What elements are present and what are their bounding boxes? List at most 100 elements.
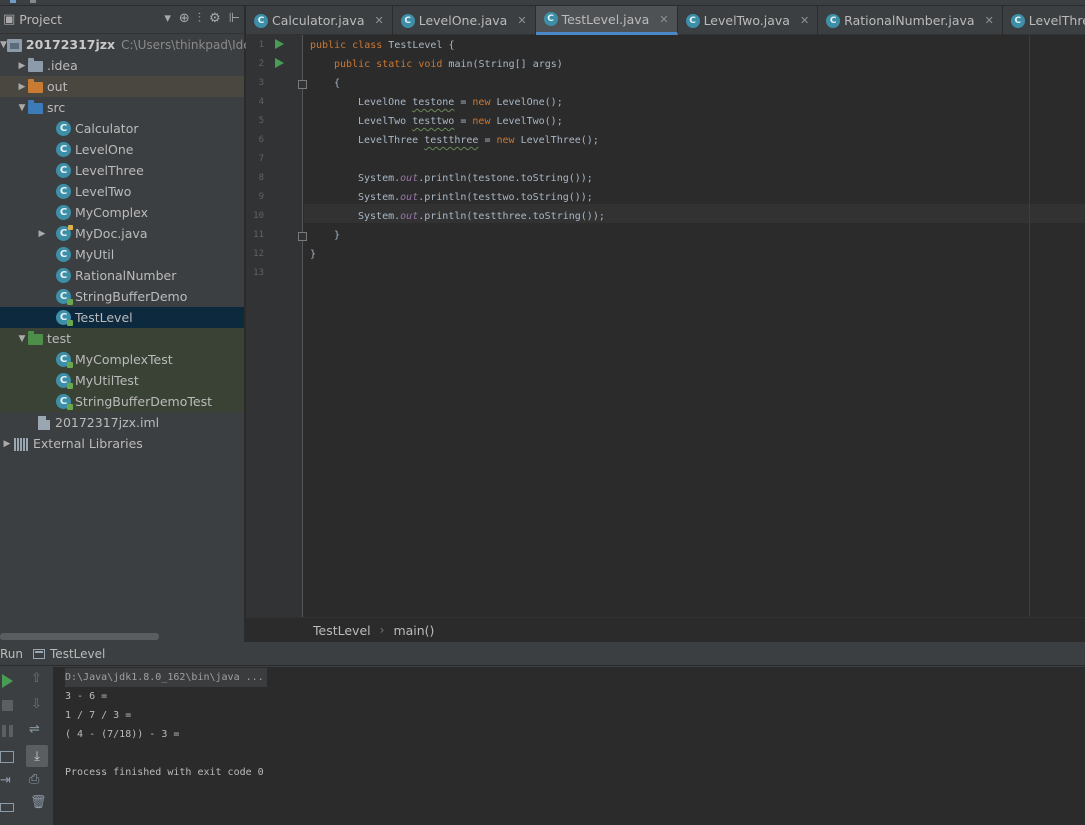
class-icon: C <box>1010 13 1025 28</box>
run-gutter-icon[interactable] <box>275 58 284 68</box>
editor-gutter[interactable]: 1 2 3 4 5 6 7 8 9 10 11 12 13 <box>246 35 307 617</box>
runnable-class-icon: C <box>56 288 72 305</box>
horizontal-scrollbar[interactable] <box>0 633 159 640</box>
expand-arrow-icon[interactable]: ▼ <box>16 334 28 344</box>
tree-item-external-libraries[interactable]: ▶ External Libraries <box>0 433 244 454</box>
tab-label: TestLevel.java <box>561 11 650 27</box>
tree-item-label: StringBufferDemoTest <box>75 394 212 409</box>
tree-item-test-class[interactable]: C MyComplexTest <box>0 349 244 370</box>
code-line-8: System.out.println(testone.toString()); <box>358 173 593 184</box>
class-icon: C <box>254 13 268 28</box>
tree-item-label: TestLevel <box>75 310 133 325</box>
tree-item-test-class[interactable]: C MyUtilTest <box>0 370 244 391</box>
tree-item-root[interactable]: ▼ 20172317jzx C:\Users\thinkpad\Idea <box>0 34 258 55</box>
source-folder-icon <box>28 99 44 116</box>
view-dropdown-chevron-icon[interactable]: ▾ <box>164 12 171 26</box>
console-line: Process finished with exit code 0 <box>65 767 264 778</box>
trash-icon[interactable]: 🗑 <box>30 795 47 810</box>
tree-item-class[interactable]: C MyUtil <box>0 244 244 265</box>
tree-item-class[interactable]: C StringBufferDemo <box>0 286 244 307</box>
tree-item-label: StringBufferDemo <box>75 289 188 304</box>
excluded-folder-icon <box>28 78 44 95</box>
menu-strip-mark <box>30 0 36 3</box>
layout-icon[interactable] <box>0 803 14 812</box>
tree-item-java-file[interactable]: ▶ C MyDoc.java <box>0 223 244 244</box>
expand-arrow-icon[interactable]: ▼ <box>16 103 28 113</box>
hide-panel-icon[interactable]: ⊩ <box>229 12 240 26</box>
dump-threads-icon[interactable] <box>0 751 14 763</box>
code-editor[interactable]: public class TestLevel { public static v… <box>304 35 1085 617</box>
close-icon[interactable]: ✕ <box>659 13 668 26</box>
tree-item-class[interactable]: C MyComplex <box>0 202 244 223</box>
tab-calculator[interactable]: C Calculator.java ✕ <box>246 6 393 35</box>
tree-item-class[interactable]: C RationalNumber <box>0 265 244 286</box>
scroll-to-end-icon[interactable]: ⤓ <box>26 745 48 767</box>
rerun-play-icon[interactable] <box>2 674 13 688</box>
arrow-down-icon[interactable]: ⇩ <box>31 697 42 712</box>
tab-label: LevelOne.java <box>418 13 508 28</box>
console-command-line[interactable]: D:\Java\jdk1.8.0_162\bin\java ... <box>65 668 267 687</box>
collapse-all-icon[interactable]: ⫶ <box>198 12 201 26</box>
code-line-3: { <box>334 78 341 89</box>
exit-icon[interactable]: ⇥ <box>0 773 11 788</box>
tree-item-idea[interactable]: ▶ .idea <box>0 55 244 76</box>
tree-item-test-class[interactable]: C StringBufferDemoTest <box>0 391 244 412</box>
project-module-icon <box>6 37 23 53</box>
right-margin-guide <box>1029 35 1030 617</box>
breadcrumb-class[interactable]: TestLevel <box>313 623 371 638</box>
soft-wrap-icon[interactable]: ⇌ <box>29 722 40 737</box>
class-icon: C <box>56 162 72 179</box>
tab-levelthree[interactable]: C LevelThree.java <box>1003 6 1085 35</box>
console-output[interactable]: D:\Java\jdk1.8.0_162\bin\java ... 3 - 6 … <box>53 667 1085 825</box>
ide-window: ▣ Project ▾ ⊕ ⫶ ⚙ ⊩ ▼ 20172317jzx C:\Use… <box>0 0 1085 825</box>
close-icon[interactable]: ✕ <box>375 14 384 27</box>
tree-item-label: LevelOne <box>75 142 134 157</box>
run-panel: Run TestLevel ⇧ ⇩ ⇌ ⤓ ⇥ ⎙ 🗑 D:\Java\jdk1… <box>0 642 1085 825</box>
tab-leveltwo[interactable]: C LevelTwo.java ✕ <box>678 6 819 35</box>
run-panel-title[interactable]: Run <box>0 647 23 661</box>
close-icon[interactable]: ✕ <box>985 14 994 27</box>
close-icon[interactable]: ✕ <box>517 14 526 27</box>
project-panel-title[interactable]: Project <box>19 12 62 27</box>
console-line: ( 4 - (7/18)) - 3 = <box>65 729 180 740</box>
print-icon[interactable]: ⎙ <box>29 772 39 787</box>
collapsed-arrow-icon[interactable]: ▶ <box>16 82 28 92</box>
tab-testlevel-active[interactable]: C TestLevel.java ✕ <box>535 6 678 35</box>
chevron-right-icon: › <box>379 623 385 637</box>
scroll-from-source-icon[interactable]: ⊕ <box>179 12 190 26</box>
line-number: 9 <box>258 192 264 202</box>
close-icon[interactable]: ✕ <box>800 14 809 27</box>
line-number: 13 <box>253 268 264 278</box>
class-icon: C <box>56 183 72 200</box>
arrow-up-icon[interactable]: ⇧ <box>31 671 42 686</box>
editor-tab-bar: C Calculator.java ✕ C LevelOne.java ✕ C … <box>246 6 1085 35</box>
tree-item-class-selected[interactable]: C TestLevel <box>0 307 244 328</box>
tab-rationalnumber[interactable]: C RationalNumber.java ✕ <box>818 6 1003 35</box>
tree-item-class[interactable]: C Calculator <box>0 118 244 139</box>
console-line: 3 - 6 = <box>65 691 108 702</box>
tree-item-out[interactable]: ▶ out <box>0 76 244 97</box>
pause-icon[interactable] <box>2 725 13 737</box>
tree-item-test[interactable]: ▼ test <box>0 328 244 349</box>
collapsed-arrow-icon[interactable]: ▶ <box>0 439 14 449</box>
tree-item-iml[interactable]: 20172317jzx.iml <box>0 412 244 433</box>
test-class-icon: C <box>56 351 72 368</box>
tree-item-class[interactable]: C LevelThree <box>0 160 244 181</box>
tree-item-label: LevelTwo <box>75 184 132 199</box>
breadcrumb-method[interactable]: main() <box>393 623 434 638</box>
tree-item-class[interactable]: C LevelOne <box>0 139 244 160</box>
tab-levelone[interactable]: C LevelOne.java ✕ <box>393 6 536 35</box>
collapsed-arrow-icon[interactable]: ▶ <box>36 229 48 239</box>
tree-item-src[interactable]: ▼ src <box>0 97 244 118</box>
code-line-10: System.out.println(testthree.toString())… <box>358 211 605 222</box>
project-view-icon[interactable]: ▣ <box>3 12 15 27</box>
tree-item-class[interactable]: C LevelTwo <box>0 181 244 202</box>
collapsed-arrow-icon[interactable]: ▶ <box>16 61 28 71</box>
menu-strip-mark <box>10 0 16 3</box>
class-icon: C <box>56 267 72 284</box>
stop-icon[interactable] <box>2 700 13 711</box>
run-gutter-icon[interactable] <box>275 39 284 49</box>
gear-icon[interactable]: ⚙ <box>209 12 221 26</box>
expand-arrow-icon[interactable]: ▼ <box>0 40 7 50</box>
run-config-tab[interactable]: TestLevel <box>50 647 105 661</box>
